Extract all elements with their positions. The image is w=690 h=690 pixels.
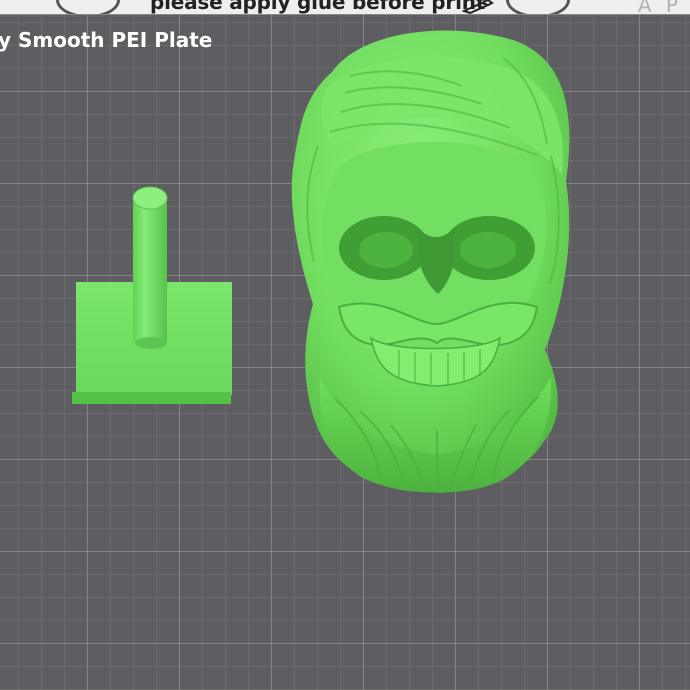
tower-pole [133,198,167,343]
3d-build-plate-view[interactable]: please apply glue before print A P y Smo… [0,0,690,690]
tower-base-side [72,392,231,404]
left-eye-inner [359,232,413,268]
bearded-skull-model[interactable] [291,30,570,493]
right-eye-inner [460,232,516,268]
tower-pole-top [132,186,168,210]
models-layer [72,30,570,493]
tower-pole-foot [135,337,167,349]
support-tower-model[interactable] [72,186,232,404]
